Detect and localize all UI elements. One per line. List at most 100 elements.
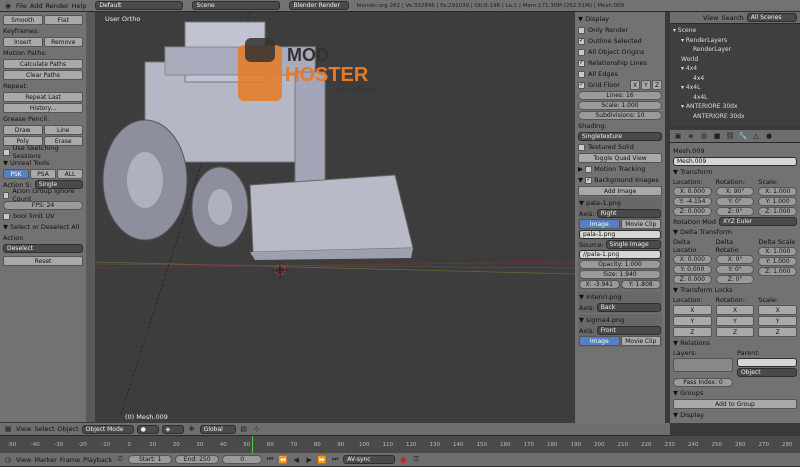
menu-file[interactable]: File	[16, 2, 27, 10]
reset-button[interactable]: Reset	[3, 256, 83, 266]
bool-limit-uv-checkbox[interactable]: bool limit UV	[3, 211, 83, 221]
3d-cursor-icon[interactable]	[272, 262, 288, 278]
scale-y[interactable]: Y: 1.000	[758, 197, 798, 206]
transform-locks-header[interactable]: ▼ Transform Locks	[673, 285, 797, 295]
snap-icon[interactable]: ⊹	[252, 424, 262, 434]
offset-y-field[interactable]: Y: 1.808	[620, 280, 661, 289]
layout-select[interactable]: Default	[95, 1, 184, 10]
source-select[interactable]: Single Image	[605, 240, 661, 249]
psk-button[interactable]: PSK	[3, 169, 29, 179]
delta-transform-header[interactable]: ▼ Delta Transform	[673, 227, 797, 237]
bg-image-1-file[interactable]: pala-1.png	[579, 230, 661, 239]
bg-image-3-header[interactable]: ▼ sigma4.png	[579, 315, 661, 325]
remove-keyframe-button[interactable]: Remove	[43, 37, 83, 47]
delta-location-x[interactable]: X: 0.000	[673, 255, 712, 264]
sync-select[interactable]: AV-sync	[343, 455, 396, 464]
view-menu[interactable]: View	[16, 425, 31, 433]
all-origins-checkbox[interactable]: All Object Origins	[578, 47, 662, 57]
location-x[interactable]: X: 0.000	[673, 187, 712, 196]
bg-images-header[interactable]: ▼ ✓ Background Images	[578, 175, 662, 185]
playback-menu[interactable]: Playback	[83, 456, 112, 464]
bg-image-2-axis-select[interactable]: Back	[596, 303, 661, 312]
all-edges-checkbox[interactable]: All Edges	[578, 69, 662, 79]
clear-paths-button[interactable]: Clear Paths	[3, 70, 83, 80]
location-z[interactable]: Z: 0.000	[673, 207, 712, 216]
fps-field[interactable]: FPS: 24	[3, 201, 83, 210]
transform-header[interactable]: ▼ Transform	[673, 167, 797, 177]
outliner-item[interactable]: ANTERIORE 30dx	[673, 112, 797, 122]
start-frame-field[interactable]: Start: 1	[128, 455, 173, 464]
play-icon[interactable]: ▶	[304, 455, 314, 465]
editor-type-icon[interactable]: ▦	[3, 424, 13, 434]
outliner-view-menu[interactable]: View	[703, 14, 718, 22]
outliner-item[interactable]: World	[673, 55, 797, 65]
acion-group-checkbox[interactable]: Acion Group Ignore Count	[3, 187, 83, 203]
constraint-tab-icon[interactable]: ⛓	[725, 131, 735, 141]
outline-selected-checkbox[interactable]: ✓ Outline Selected	[578, 36, 662, 46]
grid-subdivisions-field[interactable]: Subdivisions: 10	[578, 111, 662, 120]
textured-solid-checkbox[interactable]: Textured Solid	[578, 142, 662, 152]
menu-render[interactable]: Render	[45, 2, 68, 10]
marker-menu[interactable]: Marker	[34, 456, 56, 464]
image-tab-3[interactable]: Image	[579, 336, 620, 346]
lock-location-y[interactable]: Y	[673, 316, 712, 326]
rotation-mode-select[interactable]: XYZ Euler	[718, 217, 797, 226]
select-deselect-header[interactable]: ▼ Select or Deselect All	[3, 222, 83, 232]
insert-keyframe-button[interactable]: Insert	[3, 37, 43, 47]
axis-y-toggle[interactable]: Y	[641, 80, 651, 90]
grid-lines-field[interactable]: Lines: 16	[578, 91, 662, 100]
manipulator-icon[interactable]: ✥	[187, 424, 197, 434]
psa-button[interactable]: PSA	[30, 169, 56, 179]
movie-clip-tab[interactable]: Movie Clip	[620, 219, 661, 229]
outliner-item[interactable]: ▾ ANTERIORE 30dx	[673, 102, 797, 112]
delta-location-y[interactable]: Y: 0.000	[673, 265, 712, 274]
grid-floor-checkbox[interactable]: ✓ Grid Floor	[578, 80, 629, 90]
shading-mode-select[interactable]: ●	[136, 424, 159, 434]
blender-icon[interactable]: ◉	[3, 1, 13, 11]
outliner-item[interactable]: RenderLayer	[673, 45, 797, 55]
play-reverse-icon[interactable]: ◀	[291, 455, 301, 465]
outliner-item[interactable]: ▾ RenderLayers	[673, 36, 797, 46]
size-field[interactable]: Size: 1.940	[579, 270, 661, 279]
all-button[interactable]: ALL	[57, 169, 83, 179]
orientation-select[interactable]: Global	[199, 424, 236, 434]
delta-rotation-z[interactable]: Z: 0°	[715, 275, 755, 284]
axis-x-toggle[interactable]: X	[630, 80, 640, 90]
outliner-scope-select[interactable]: All Scenes	[746, 13, 797, 22]
prev-key-icon[interactable]: ⏪	[278, 455, 288, 465]
smooth-button[interactable]: Smooth	[3, 15, 43, 25]
offset-x-field[interactable]: X: -3.941	[579, 280, 620, 289]
layers-grid[interactable]	[673, 358, 733, 372]
gp-line-button[interactable]: Line	[43, 125, 83, 135]
rotation-y[interactable]: Y: 0°	[715, 197, 755, 206]
display-header[interactable]: ▼ Display	[578, 14, 662, 24]
add-to-group-button[interactable]: Add to Group	[673, 399, 797, 409]
movie-clip-tab-3[interactable]: Movie Clip	[620, 336, 661, 346]
shading-select[interactable]: Singletexture	[578, 132, 662, 141]
delta-scale-x[interactable]: X: 1.000	[758, 247, 798, 256]
current-frame-marker[interactable]	[252, 436, 253, 453]
toggle-quad-view-button[interactable]: Toggle Quad View	[578, 153, 662, 163]
repeat-last-button[interactable]: Repeat Last	[3, 92, 83, 102]
mode-select[interactable]: Object Mode	[81, 424, 134, 434]
scene-select[interactable]: Scene	[192, 1, 281, 10]
outliner-item[interactable]: 4x4L	[673, 93, 797, 103]
image-tab[interactable]: Image	[579, 219, 620, 229]
bg-image-1-axis-select[interactable]: Right	[596, 209, 661, 218]
modifier-tab-icon[interactable]: 🔧	[738, 131, 748, 141]
layers-icon[interactable]: ▤	[239, 424, 249, 434]
gp-draw-button[interactable]: Draw	[3, 125, 43, 135]
grid-scale-field[interactable]: Scale: 1.000	[578, 101, 662, 110]
object-menu[interactable]: Object	[58, 425, 79, 433]
object-name-field[interactable]: Mesh.009	[673, 157, 797, 166]
relationship-lines-checkbox[interactable]: ✓ Relationship Lines	[578, 58, 662, 68]
location-y[interactable]: Y: -4.154	[673, 197, 712, 206]
menu-add[interactable]: Add	[30, 2, 43, 10]
history-button[interactable]: History...	[3, 103, 83, 113]
rotation-x[interactable]: X: 90°	[715, 187, 755, 196]
bg-image-3-axis-select[interactable]: Front	[596, 326, 661, 335]
delta-rotation-y[interactable]: Y: 0°	[715, 265, 755, 274]
lock-rotation-z[interactable]: Z	[715, 327, 755, 337]
lock-rotation-y[interactable]: Y	[715, 316, 755, 326]
3d-viewport[interactable]: MOD HOSTER www.modhoster.de User Ortho (…	[95, 12, 575, 423]
